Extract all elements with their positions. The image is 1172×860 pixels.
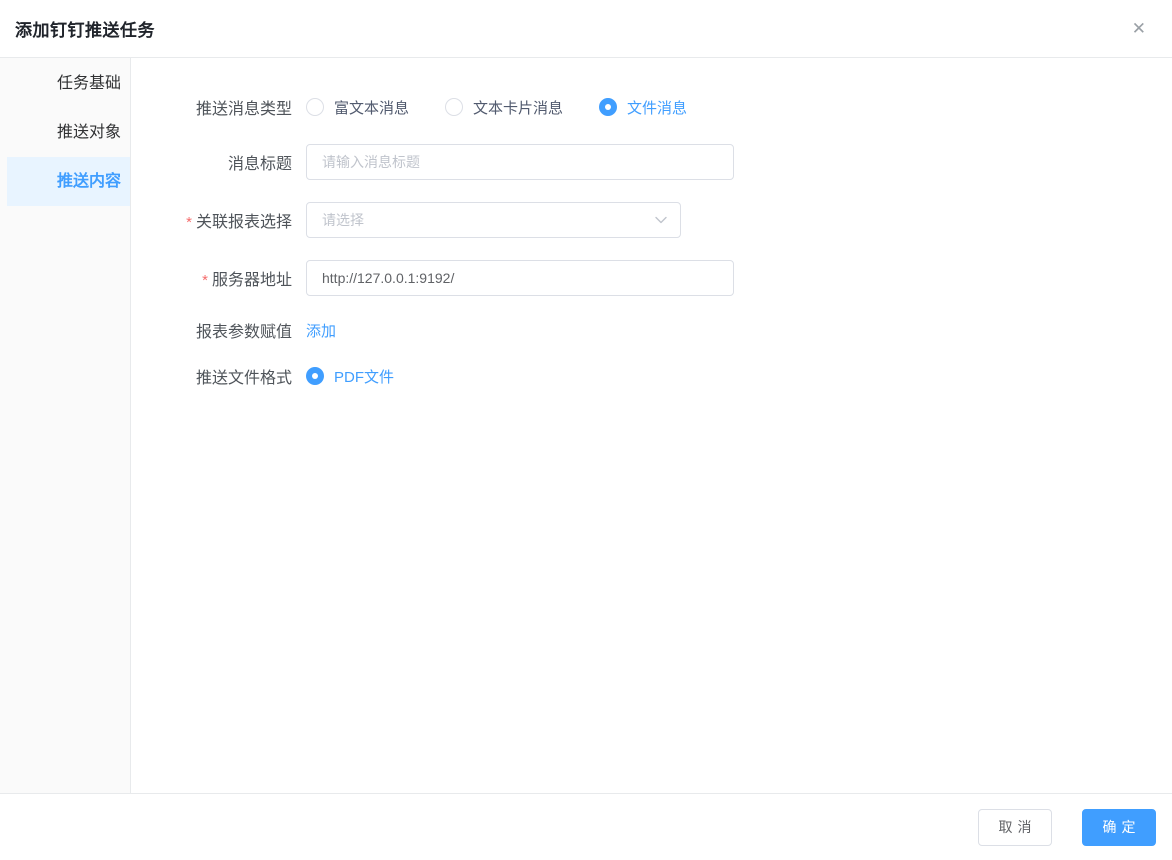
server-address-label: * 服务器地址 — [131, 266, 292, 290]
message-type-radio-group: 富文本消息 文本卡片消息 文件消息 — [306, 97, 687, 118]
report-select-dropdown[interactable]: 请选择 — [306, 202, 681, 238]
report-select-placeholder: 请选择 — [322, 212, 364, 228]
form-row-message-type: 推送消息类型 富文本消息 文本卡片消息 文件消息 — [131, 95, 1172, 119]
step-sidebar: 任务基础 推送对象 推送内容 — [0, 58, 131, 793]
close-icon[interactable]: ✕ — [1128, 16, 1150, 41]
message-title-label-text: 消息标题 — [227, 156, 292, 173]
message-title-input[interactable] — [306, 144, 734, 180]
radio-richtext-label: 富文本消息 — [334, 99, 410, 117]
dialog-footer: 取消 确定 — [0, 793, 1172, 860]
sidebar-item-push-target[interactable]: 推送对象 — [0, 108, 130, 157]
radio-textcard-label: 文本卡片消息 — [473, 99, 564, 117]
radio-pdf-label: PDF文件 — [334, 368, 395, 386]
form-content: 推送消息类型 富文本消息 文本卡片消息 文件消息 消息标题 请输入消息标题 * … — [131, 58, 1172, 793]
radio-textcard-message[interactable]: 文本卡片消息 — [445, 97, 563, 118]
report-select-label: * 关联报表选择 — [131, 208, 292, 232]
form-row-message-title: 消息标题 — [131, 144, 1172, 180]
radio-unchecked-icon — [445, 98, 464, 116]
dialog-body: 任务基础 推送对象 推送内容 推送消息类型 富文本消息 文本卡片消息 文件消息 … — [0, 58, 1172, 793]
message-title-label: 消息标题 — [131, 150, 292, 174]
cancel-button[interactable]: 取消 — [978, 808, 1052, 846]
sidebar-item-task-basics[interactable]: 任务基础 — [0, 59, 130, 108]
report-select-label-text: 关联报表选择 — [195, 214, 292, 231]
form-row-report-select: * 关联报表选择 请选择 — [131, 202, 1172, 238]
radio-file-message[interactable]: 文件消息 — [599, 97, 687, 118]
radio-checked-icon — [599, 98, 618, 116]
report-params-label: 报表参数赋值 — [131, 318, 292, 342]
server-address-control — [306, 260, 734, 296]
dialog-title: 添加钉钉推送任务 — [15, 21, 155, 40]
required-asterisk: * — [202, 272, 208, 289]
message-type-label: 推送消息类型 — [131, 95, 292, 119]
file-format-label-text: 推送文件格式 — [195, 370, 292, 387]
file-format-radio-group: PDF文件 — [306, 366, 394, 387]
server-address-input[interactable] — [306, 260, 734, 296]
add-dingtalk-push-task-dialog: 添加钉钉推送任务 ✕ 任务基础 推送对象 推送内容 推送消息类型 富文本消息 文… — [0, 0, 1172, 860]
report-params-control: 添加 — [306, 320, 336, 341]
radio-checked-icon — [306, 367, 324, 385]
server-address-label-text: 服务器地址 — [211, 272, 292, 289]
form-row-server-address: * 服务器地址 — [131, 260, 1172, 296]
radio-pdf-file[interactable]: PDF文件 — [306, 366, 394, 387]
form-row-report-params: 报表参数赋值 添加 — [131, 318, 1172, 342]
message-type-label-text: 推送消息类型 — [195, 101, 292, 118]
report-params-label-text: 报表参数赋值 — [195, 324, 292, 341]
chevron-down-icon — [655, 216, 667, 224]
report-select-control: 请选择 — [306, 202, 681, 238]
sidebar-item-push-content[interactable]: 推送内容 — [7, 157, 130, 206]
confirm-button[interactable]: 确定 — [1082, 808, 1156, 846]
required-asterisk: * — [186, 214, 192, 231]
file-format-label: 推送文件格式 — [131, 364, 292, 388]
radio-unchecked-icon — [306, 98, 324, 116]
message-title-control — [306, 144, 734, 180]
add-param-link[interactable]: 添加 — [306, 320, 336, 341]
radio-file-label: 文件消息 — [627, 99, 688, 117]
dialog-header: 添加钉钉推送任务 ✕ — [0, 0, 1172, 58]
radio-richtext-message[interactable]: 富文本消息 — [306, 97, 409, 118]
form-row-file-format: 推送文件格式 PDF文件 — [131, 364, 1172, 388]
